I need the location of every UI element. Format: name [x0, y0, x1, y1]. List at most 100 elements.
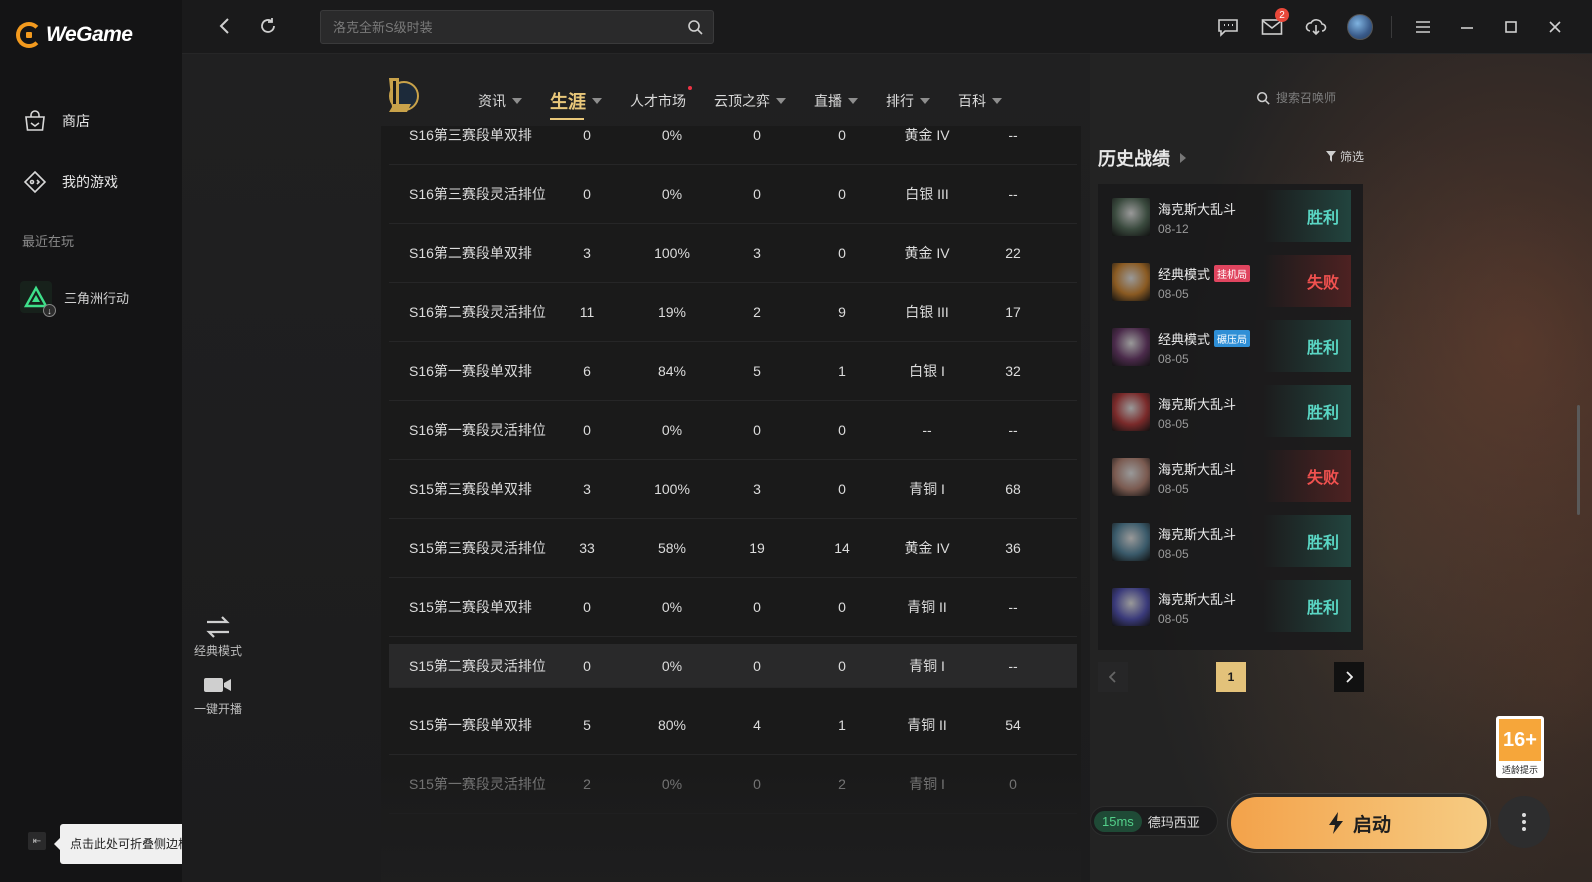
table-cell: 17 [1005, 304, 1021, 320]
table-cell: -- [922, 422, 932, 438]
more-options-button[interactable] [1498, 796, 1550, 848]
user-avatar[interactable] [1347, 14, 1373, 40]
table-cell: 32 [1005, 363, 1021, 379]
age-rating-badge[interactable]: 16+ 适龄提示 [1496, 716, 1544, 778]
download-button[interactable] [1303, 14, 1329, 40]
table-cell: 0 [583, 127, 591, 143]
store-search[interactable] [320, 10, 714, 44]
tab-live[interactable]: 直播 [814, 88, 858, 114]
table-row[interactable]: S15第一赛段灵活排位 2 0% 0 2 青铜 I 0 [389, 755, 1077, 814]
lol-logo-icon[interactable] [383, 74, 421, 116]
match-result-win: 胜利 [1263, 515, 1351, 567]
match-history-item[interactable]: 海克斯大乱斗 08-05 胜利 [1098, 509, 1363, 574]
table-cell: 3 [753, 245, 761, 261]
table-row[interactable]: S15第一赛段单双排 5 80% 4 1 青铜 II 54 [389, 696, 1077, 755]
close-button[interactable] [1542, 14, 1568, 40]
top-bar: 2 [182, 0, 1592, 54]
collapse-sidebar-button[interactable]: ⇤ [28, 832, 46, 850]
table-row[interactable]: S16第二赛段单双排 3 100% 3 0 黄金 IV 22 [389, 224, 1077, 283]
match-mode: 海克斯大乱斗 [1158, 459, 1236, 478]
table-row[interactable]: S16第三赛段灵活排位 0 0% 0 0 白银 III -- [389, 165, 1077, 224]
switch-mode-button[interactable]: 经典模式 [190, 612, 246, 659]
champion-portrait [1112, 263, 1150, 301]
mode-label: 经典模式 [193, 644, 242, 658]
menu-button[interactable] [1410, 14, 1436, 40]
table-cell: 3 [583, 245, 591, 261]
server-selector[interactable]: 15ms 德玛西亚 [1090, 806, 1218, 836]
tab-talent-market[interactable]: 人才市场 [630, 86, 692, 114]
match-mode: 海克斯大乱斗 [1158, 199, 1236, 218]
match-history-item[interactable]: 经典模式 挂机局 08-05 失败 [1098, 249, 1363, 314]
tab-tft[interactable]: 云顶之弈 [714, 88, 786, 114]
table-cell: 0 [838, 127, 846, 143]
launch-game-button[interactable]: 启动 [1228, 794, 1490, 852]
table-row[interactable]: S16第一赛段灵活排位 0 0% 0 0 -- -- [389, 401, 1077, 460]
chat-button[interactable] [1215, 14, 1241, 40]
tab-news[interactable]: 资讯 [478, 88, 522, 114]
store-search-input[interactable] [321, 11, 713, 43]
one-click-stream-button[interactable]: 一键开播 [190, 670, 246, 717]
match-history-item[interactable]: 经典模式 碾压局 08-05 胜利 [1098, 314, 1363, 379]
table-cell: 0 [753, 422, 761, 438]
match-history-title[interactable]: 历史战绩 [1098, 145, 1186, 171]
age-rating-value: 16+ [1499, 719, 1541, 761]
filter-button[interactable]: 筛选 [1326, 148, 1364, 165]
prev-page-button[interactable] [1098, 662, 1128, 692]
table-cell: 0 [838, 481, 846, 497]
ping-indicator: 15ms [1094, 810, 1142, 832]
table-cell: -- [1008, 127, 1018, 143]
table-row[interactable]: S15第三赛段灵活排位 33 58% 19 14 黄金 IV 36 [389, 519, 1077, 578]
table-cell: 5 [753, 363, 761, 379]
table-row[interactable]: S15第二赛段灵活排位 0 0% 0 0 青铜 I -- [389, 644, 1077, 688]
table-row[interactable]: S16第二赛段灵活排位 11 19% 2 9 白银 III 17 [389, 283, 1077, 342]
chevron-right-icon [1180, 153, 1186, 163]
table-cell: 0% [661, 422, 683, 438]
table-cell: 白银 I [909, 363, 945, 379]
match-history-item[interactable]: 海克斯大乱斗 08-05 胜利 [1098, 574, 1363, 639]
match-history-item[interactable]: 海克斯大乱斗 08-05 胜利 [1098, 379, 1363, 444]
match-result-win: 胜利 [1263, 385, 1351, 437]
season-name-cell: S15第二赛段灵活排位 [409, 657, 546, 674]
minimize-button[interactable] [1454, 14, 1480, 40]
search-icon[interactable] [687, 19, 703, 35]
match-history-item[interactable]: 海克斯大乱斗 08-05 失败 [1098, 444, 1363, 509]
table-row[interactable]: S16第三赛段单双排 0 0% 0 0 黄金 IV -- [389, 126, 1077, 165]
sidebar-item-shop[interactable]: 商店 [22, 108, 90, 134]
search-icon [1256, 91, 1270, 105]
caret-down-icon [592, 98, 602, 104]
table-row[interactable]: S15第三赛段单双排 3 100% 3 0 青铜 I 68 [389, 460, 1077, 519]
summoner-search[interactable]: 搜索召唤师 [1256, 89, 1336, 106]
sidebar-item-my-games[interactable]: 我的游戏 [22, 169, 118, 195]
wegame-logo[interactable]: WeGame [16, 22, 133, 48]
table-cell: -- [1008, 657, 1018, 674]
season-name-cell: S15第一赛段灵活排位 [409, 776, 546, 792]
refresh-icon [261, 18, 275, 33]
video-camera-icon [204, 678, 231, 692]
match-history-item[interactable]: 海克斯大乱斗 08-12 胜利 [1098, 184, 1363, 249]
table-row[interactable]: S15第二赛段单双排 0 0% 0 0 青铜 II -- [389, 578, 1077, 637]
champion-portrait [1112, 523, 1150, 561]
maximize-button[interactable] [1498, 14, 1524, 40]
table-row[interactable]: S16第一赛段单双排 6 84% 5 1 白银 I 32 [389, 342, 1077, 401]
table-cell: 19% [657, 304, 687, 320]
next-page-button[interactable] [1334, 662, 1364, 692]
table-cell: -- [1008, 422, 1018, 438]
table-cell: 11 [579, 304, 595, 320]
recent-section-label: 最近在玩 [22, 234, 75, 249]
recent-game-item[interactable]: ↓ 三角洲行动 [20, 281, 129, 317]
tab-ranking[interactable]: 排行 [886, 88, 930, 114]
tab-career[interactable]: 生涯 [550, 88, 602, 120]
table-cell: 3 [753, 481, 761, 497]
mail-button[interactable]: 2 [1259, 8, 1289, 40]
mail-badge: 2 [1275, 8, 1289, 22]
back-button[interactable] [214, 15, 236, 37]
tab-wiki[interactable]: 百科 [958, 88, 1002, 114]
table-cell: 68 [1005, 481, 1021, 497]
wegame-logo-icon [16, 22, 42, 48]
page-number-current[interactable]: 1 [1216, 662, 1246, 692]
chevron-left-icon [219, 18, 229, 34]
page-scrollbar[interactable] [1577, 405, 1580, 515]
table-cell: 36 [1005, 540, 1021, 556]
gamepad-icon [23, 170, 47, 194]
refresh-button[interactable] [257, 15, 279, 37]
